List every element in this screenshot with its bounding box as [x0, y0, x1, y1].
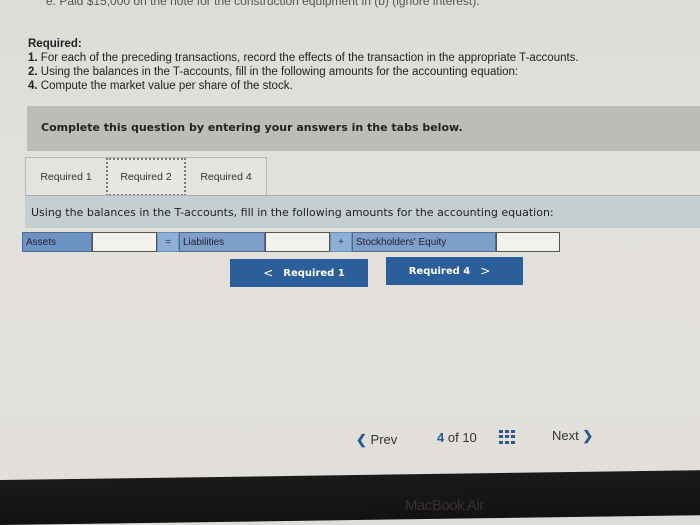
screen: e. Paid $15,000 on the note for the cons… [0, 0, 700, 487]
assets-input[interactable] [93, 233, 156, 251]
required-item: 4. Compute the market value per share of… [28, 80, 293, 92]
cut-off-question-text: e. Paid $15,000 on the note for the cons… [46, 0, 480, 8]
required-item: 1. For each of the preceding transaction… [28, 52, 579, 64]
tab-required-1[interactable]: Required 1 [26, 158, 106, 196]
chevron-left-icon: ❮ [356, 432, 367, 447]
required-item: 2. Using the balances in the T-accounts,… [28, 66, 519, 78]
content-heading: Using the balances in the T-accounts, fi… [31, 206, 554, 219]
instruction-text: Complete this question by entering your … [41, 121, 463, 134]
liabilities-input-cell [265, 232, 330, 252]
laptop-bezel [0, 470, 700, 525]
pager-next-label: Next [552, 428, 579, 443]
equity-input-cell [496, 232, 560, 252]
equals-sign: = [157, 232, 179, 252]
pager-next-button[interactable]: Next ❯ [552, 428, 593, 444]
plus-sign: + [330, 232, 352, 252]
chevron-right-icon: ❯ [582, 428, 594, 443]
next-required-button[interactable]: Required 4 > [386, 257, 523, 285]
instruction-bar: Complete this question by entering your … [27, 106, 700, 151]
tab-required-4[interactable]: Required 4 [186, 158, 266, 196]
assets-input-cell [92, 232, 157, 252]
page-indicator: 4 of 10 [437, 430, 477, 445]
required-block: Required: 1. For each of the preceding t… [28, 37, 579, 93]
page-total: of 10 [447, 430, 477, 445]
required-title: Required: [28, 38, 82, 50]
tab-required-2[interactable]: Required 2 [106, 158, 186, 196]
pager-prev-button[interactable]: ❮ Prev [356, 432, 397, 448]
equity-label: Stockholders' Equity [352, 232, 496, 252]
chevron-right-icon: > [480, 264, 491, 278]
content-heading-bar: Using the balances in the T-accounts, fi… [25, 195, 700, 228]
liabilities-label: Liabilities [179, 232, 265, 252]
liabilities-input[interactable] [266, 233, 329, 251]
pager-prev-label: Prev [370, 432, 398, 447]
assets-label: Assets [22, 232, 92, 252]
next-required-label: Required 4 [408, 265, 471, 277]
equity-input[interactable] [497, 233, 559, 251]
prev-required-label: Required 1 [283, 267, 345, 279]
grid-icon[interactable] [499, 430, 515, 444]
prev-required-button[interactable]: < Required 1 [230, 259, 368, 287]
tab-strip: Required 1 Required 2 Required 4 [25, 157, 267, 196]
device-label: MacBook Air [405, 497, 484, 514]
chevron-left-icon: < [263, 266, 274, 280]
current-page: 4 [437, 430, 445, 445]
